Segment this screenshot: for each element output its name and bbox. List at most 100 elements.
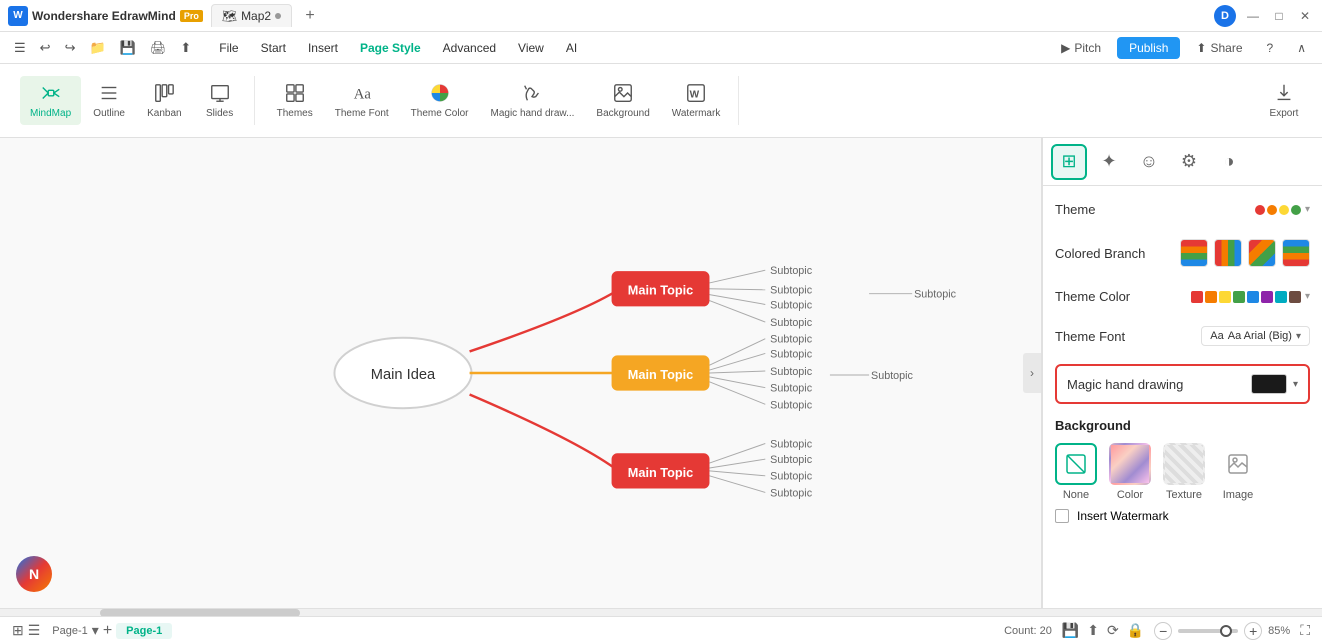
maximize-button[interactable]: □ (1270, 7, 1288, 25)
menu-advanced[interactable]: Advanced (433, 37, 506, 59)
print-button[interactable]: 🖨 (144, 37, 173, 59)
menu-ai[interactable]: AI (556, 37, 587, 59)
list-view-icon[interactable]: ☰ (28, 622, 41, 639)
branch-opt-1[interactable] (1180, 239, 1208, 267)
status-right: Count: 20 💾 ⬆ ⟳ 🔒 − + 85% ⛶ (1004, 622, 1310, 640)
grid-view-icon[interactable]: ⊞ (12, 622, 24, 639)
slides-icon (209, 82, 231, 104)
save-button[interactable]: 💾 (114, 37, 142, 59)
magic-hand-color-swatch[interactable] (1251, 374, 1287, 394)
theme-color-button[interactable]: Theme Color (401, 76, 479, 125)
expand-button[interactable]: ∧ (1289, 37, 1314, 59)
kanban-icon (153, 82, 175, 104)
magic-hand-control[interactable]: ▾ (1251, 374, 1298, 394)
publish-button[interactable]: Publish (1117, 37, 1180, 59)
sync-status-icon[interactable]: ⟳ (1107, 622, 1119, 639)
outline-label: Outline (93, 108, 125, 119)
lock-status-icon[interactable]: 🔒 (1127, 622, 1144, 639)
undo-button[interactable]: ↩ (34, 37, 57, 59)
zoom-in-button[interactable]: + (1244, 622, 1262, 640)
export-label: Export (1270, 108, 1299, 119)
watermark-button[interactable]: W Watermark (662, 76, 731, 125)
status-bar: ⊞ ☰ Page-1 ▾ + Page-1 Count: 20 💾 ⬆ ⟳ 🔒 … (0, 616, 1322, 644)
pitch-button[interactable]: ▶ Pitch (1053, 37, 1109, 59)
theme-font-button[interactable]: Aa Theme Font (325, 76, 399, 125)
zoom-percent: 85% (1268, 625, 1290, 637)
background-icon (612, 82, 634, 104)
bg-texture[interactable]: Texture (1163, 443, 1205, 501)
outline-button[interactable]: Outline (83, 76, 135, 125)
panel-tab-emoji[interactable]: ☺ (1131, 144, 1167, 180)
branch-opt-3[interactable] (1248, 239, 1276, 267)
watermark-checkbox[interactable] (1055, 509, 1069, 523)
map-icon: 🗺 (222, 9, 237, 23)
color-dot-brown (1289, 291, 1301, 303)
theme-font-dropdown[interactable]: Aa Aa Arial (Big) ▾ (1201, 326, 1310, 346)
svg-text:Main Topic: Main Topic (628, 367, 693, 382)
map-tab[interactable]: 🗺 Map2 (211, 4, 292, 27)
avatar[interactable]: D (1214, 5, 1236, 27)
panel-tab-settings[interactable]: ⚙ (1171, 144, 1207, 180)
branch-opt-2[interactable] (1214, 239, 1242, 267)
color-strip (1191, 291, 1301, 303)
panel-collapse-button[interactable]: › (1023, 353, 1041, 393)
menu-start[interactable]: Start (251, 37, 296, 59)
menu-file[interactable]: File (209, 37, 248, 59)
ai-tab-icon: ✦ (1101, 151, 1116, 172)
minimize-button[interactable]: — (1244, 7, 1262, 25)
color-dot-green (1233, 291, 1245, 303)
toolbar-icons: 💾 ⬆ ⟳ 🔒 (1062, 622, 1144, 639)
theme-color-label: Theme Color (1055, 289, 1130, 304)
menu-page-style[interactable]: Page Style (350, 37, 431, 59)
svg-text:Subtopic: Subtopic (770, 299, 813, 311)
export-quick[interactable]: ⬆ (174, 37, 197, 59)
zoom-out-button[interactable]: − (1154, 622, 1172, 640)
redo-button[interactable]: ↪ (59, 37, 82, 59)
page-current-tab[interactable]: Page-1 (116, 623, 172, 639)
new-tab-button[interactable]: + (300, 6, 320, 26)
mindmap-button[interactable]: MindMap (20, 76, 81, 125)
scroll-area[interactable] (0, 608, 1322, 616)
themes-button[interactable]: Themes (267, 76, 323, 125)
page-tab-area: Page-1 ▾ + Page-1 (52, 622, 172, 640)
canvas-area[interactable]: Main Idea Main Topic Subtopic Subtopic S… (0, 138, 1042, 608)
kanban-button[interactable]: Kanban (137, 76, 191, 125)
emoji-tab-icon: ☺ (1140, 151, 1158, 172)
page-tab-arrow[interactable]: ▾ (92, 622, 99, 639)
panel-tab-theme[interactable]: ◑ (1211, 144, 1247, 180)
zoom-thumb[interactable] (1220, 625, 1232, 637)
background-button[interactable]: Background (586, 76, 659, 125)
menu-view[interactable]: View (508, 37, 554, 59)
share-status-icon[interactable]: ⬆ (1087, 622, 1099, 639)
count-label: Count: 20 (1004, 625, 1052, 637)
export-button[interactable]: Export (1258, 76, 1310, 125)
color-dot-purple (1261, 291, 1273, 303)
theme-row: Theme ▾ (1055, 198, 1310, 221)
bg-image[interactable]: Image (1217, 443, 1259, 501)
panel-tab-ai[interactable]: ✦ (1091, 144, 1127, 180)
slides-button[interactable]: Slides (194, 76, 246, 125)
menu-insert[interactable]: Insert (298, 37, 348, 59)
svg-text:Main Topic: Main Topic (628, 465, 693, 480)
theme-control[interactable]: ▾ (1255, 204, 1310, 215)
share-button[interactable]: ⬆ Share (1188, 37, 1250, 59)
open-button[interactable]: 📁 (83, 37, 111, 59)
magic-hand-button[interactable]: Magic hand draw... (480, 76, 584, 125)
branch-opt-4[interactable] (1282, 239, 1310, 267)
theme-color-row: Theme Color ▾ (1055, 285, 1310, 308)
zoom-slider[interactable] (1178, 629, 1238, 633)
close-button[interactable]: ✕ (1296, 7, 1314, 25)
help-button[interactable]: ? (1259, 37, 1282, 59)
toolbar: MindMap Outline Kanban Slides Themes (0, 64, 1322, 138)
add-page-button[interactable]: + (103, 622, 112, 640)
theme-color-swatches (1255, 205, 1301, 215)
color-dot-orange (1205, 291, 1217, 303)
bg-color[interactable]: Color (1109, 443, 1151, 501)
fit-screen-icon[interactable]: ⛶ (1300, 622, 1310, 639)
sidebar-toggle[interactable]: ☰ (8, 37, 32, 59)
theme-color-control[interactable]: ▾ (1191, 291, 1310, 303)
save-status-icon[interactable]: 💾 (1062, 622, 1079, 639)
bg-none[interactable]: None (1055, 443, 1097, 501)
panel-tab-style[interactable]: ⊞ (1051, 144, 1087, 180)
bg-none-icon (1055, 443, 1097, 485)
